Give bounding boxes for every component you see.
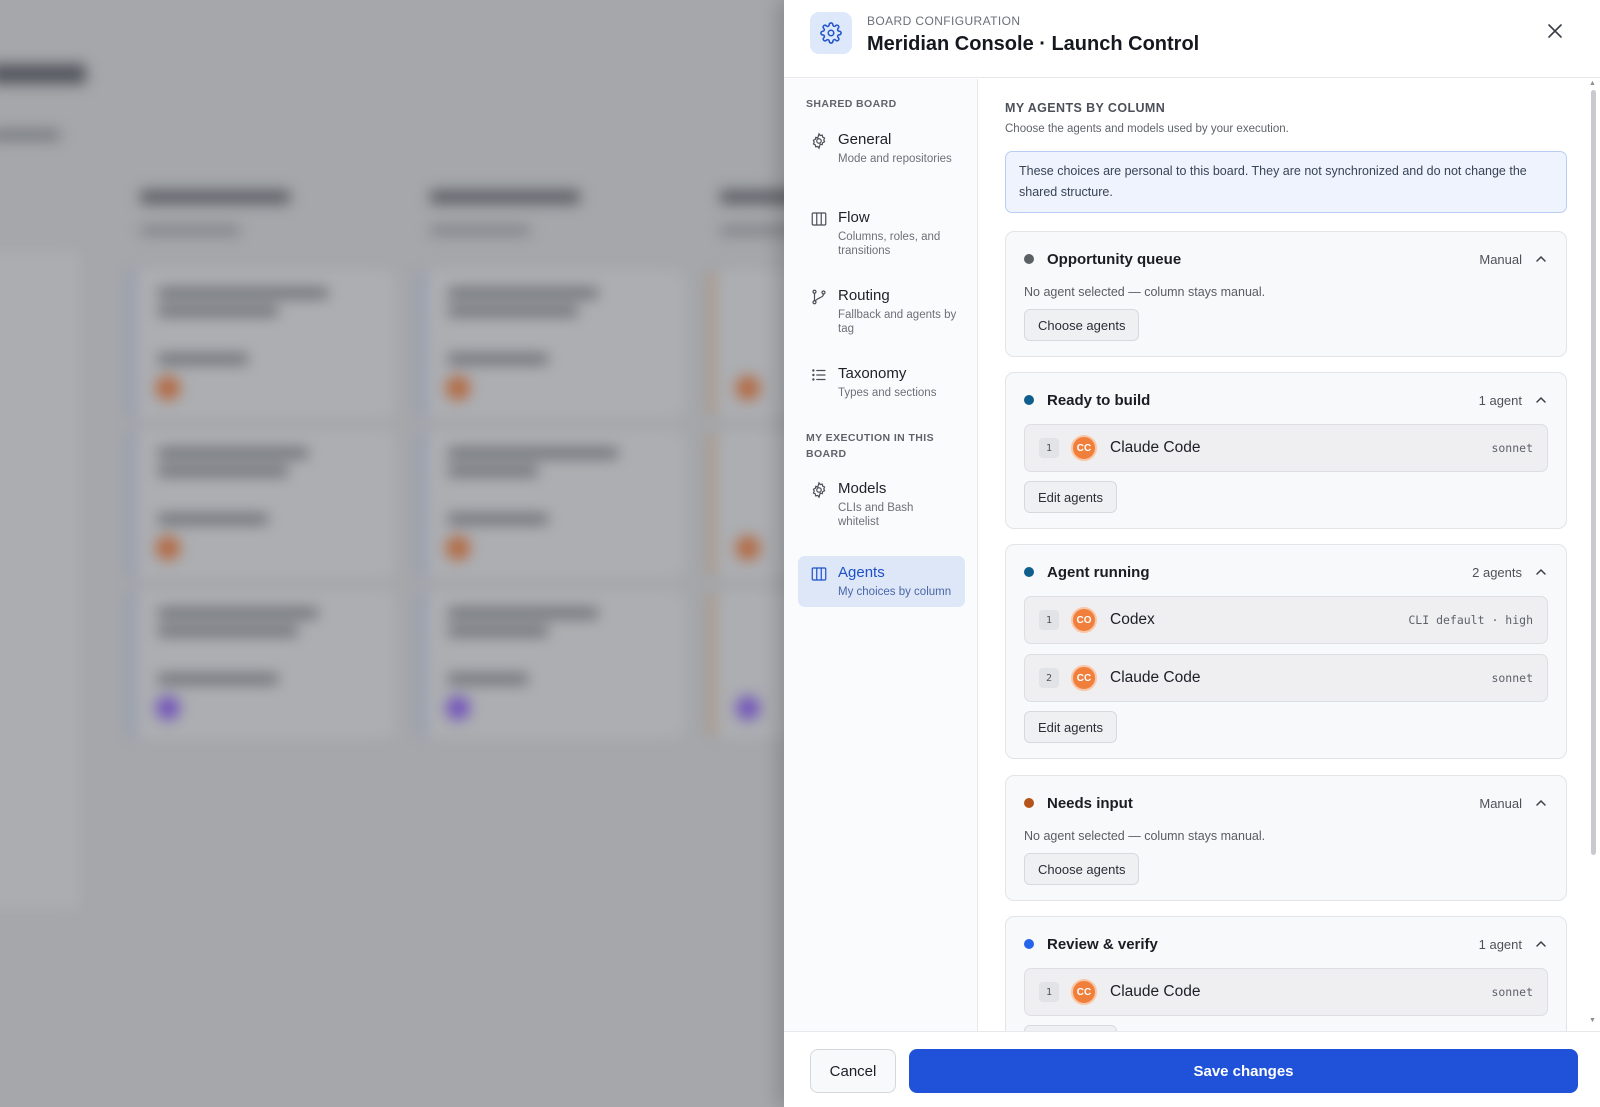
agent-row[interactable]: 1 CC Claude Code sonnet [1024,424,1548,472]
sidebar-item-models[interactable]: Models CLIs and Bash whitelist [798,472,965,537]
agent-name: Claude Code [1110,669,1201,686]
agent-row[interactable]: 1 CC Claude Code sonnet [1024,968,1548,1016]
column-name: Review & verify [1047,935,1158,953]
sidebar-item-taxonomy[interactable]: Taxonomy Types and sections [798,357,965,408]
sidebar-item-flow[interactable]: Flow Columns, roles, and transitions [798,201,965,266]
column-name: Needs input [1047,794,1133,812]
column-status-dot [1024,939,1034,949]
column-status-dot [1024,567,1034,577]
board-backdrop [0,0,784,1107]
header-kicker: BOARD CONFIGURATION [867,14,1021,28]
edit-agents-button[interactable]: Edit agents [1024,711,1118,743]
chevron-up-icon[interactable] [1534,252,1548,266]
chevron-up-icon[interactable] [1534,565,1548,579]
column-status-dot [1024,395,1034,405]
agent-model: sonnet [1491,985,1533,999]
column-name: Ready to build [1047,391,1151,409]
agent-row[interactable]: 2 CC Claude Code sonnet [1024,654,1548,702]
page-title: Meridian Console · Launch Control [867,33,1200,55]
branch-icon [812,289,826,305]
choose-agents-button[interactable]: Choose agents [1024,853,1140,885]
agent-avatar: CC [1071,665,1097,691]
chevron-up-icon[interactable] [1534,393,1548,407]
column-card-agent-running: Agent running 2 agents 1 CO Codex CLI de… [1005,544,1567,759]
close-icon [1548,24,1562,38]
chevron-up-icon[interactable] [1534,796,1548,810]
agent-order-index: 1 [1039,610,1059,630]
sidebar-item-agents[interactable]: Agents My choices by column [798,556,965,607]
drawer-header: BOARD CONFIGURATION Meridian Console · L… [784,0,1600,78]
settings-sidebar: SHARED BOARD General Mode and repositori… [784,79,978,1031]
column-name: Agent running [1047,563,1150,581]
drawer-footer: Cancel Save changes [784,1031,1600,1107]
column-card-review-verify: Review & verify 1 agent 1 CC Claude Code… [1005,916,1567,1031]
column-card-needs-input: Needs input Manual No agent selected — c… [1005,775,1567,901]
agent-order-index: 2 [1039,668,1059,688]
gear-icon [812,132,826,150]
sidebar-item-label: Models [838,480,887,497]
settings-gear-icon [810,12,852,54]
agent-avatar: CO [1071,607,1097,633]
sidebar-item-label: Agents [838,564,885,581]
section-title: MY AGENTS BY COLUMN [1005,101,1166,115]
column-name: Opportunity queue [1047,250,1182,268]
column-status-dot [1024,798,1034,808]
agent-avatar: CC [1071,979,1097,1005]
sidebar-item-desc: Fallback and agents by tag [838,309,957,335]
board-configuration-drawer: BOARD CONFIGURATION Meridian Console · L… [784,0,1600,1107]
choose-agents-button[interactable]: Choose agents [1024,309,1140,341]
close-button[interactable] [1542,18,1568,44]
scroll-up-arrow-icon[interactable]: ▲ [1589,80,1596,87]
agent-model: sonnet [1491,441,1533,455]
personal-choices-notice: These choices are personal to this board… [1005,151,1567,213]
agents-content: MY AGENTS BY COLUMN Choose the agents an… [979,79,1587,1031]
sidebar-item-routing[interactable]: Routing Fallback and agents by tag [798,279,965,344]
columns-icon [811,567,827,581]
agent-model: CLI default · high [1408,613,1533,627]
column-agent-status: 2 agents [1472,564,1522,580]
scroll-down-arrow-icon[interactable]: ▼ [1589,1017,1596,1024]
save-changes-button[interactable]: Save changes [909,1049,1578,1093]
agent-order-index: 1 [1039,982,1059,1002]
column-agent-status: Manual [1479,251,1522,267]
sidebar-item-label: Taxonomy [838,365,907,382]
sidebar-item-label: General [838,131,892,148]
chevron-up-icon[interactable] [1534,937,1548,951]
sidebar-item-desc: Types and sections [838,387,937,399]
column-card-opportunity-queue: Opportunity queue Manual No agent select… [1005,231,1567,357]
agent-name: Claude Code [1110,439,1201,456]
agent-name: Claude Code [1110,983,1201,1000]
agent-row[interactable]: 1 CO Codex CLI default · high [1024,596,1548,644]
sidebar-section-execution: MY EXECUTION IN THIS BOARD [806,432,934,460]
sidebar-item-desc: Columns, roles, and transitions [838,231,941,257]
sidebar-item-general[interactable]: General Mode and repositories [798,123,965,174]
sidebar-item-desc: Mode and repositories [838,153,952,165]
column-status-dot [1024,254,1034,264]
sidebar-section-shared: SHARED BOARD [806,98,897,110]
column-agent-status: 1 agent [1478,936,1522,952]
agent-avatar: CC [1071,435,1097,461]
edit-agents-button[interactable]: Edit agents [1024,481,1118,513]
sidebar-item-desc: CLIs and Bash whitelist [838,502,914,528]
list-icon [812,369,826,381]
cancel-button[interactable]: Cancel [810,1049,896,1093]
sidebar-item-label: Routing [838,287,890,304]
column-agent-status: Manual [1479,795,1522,811]
columns-icon [811,212,827,226]
section-subtitle: Choose the agents and models used by you… [1005,123,1289,135]
column-card-ready-to-build: Ready to build 1 agent 1 CC Claude Code … [1005,372,1567,529]
sidebar-item-desc: My choices by column [838,586,952,598]
empty-column-text: No agent selected — column stays manual. [1024,285,1266,299]
agent-order-index: 1 [1039,438,1059,458]
agent-name: Codex [1110,611,1155,628]
agent-model: sonnet [1491,671,1533,685]
content-scrollbar[interactable] [1591,90,1596,855]
gear-icon [812,481,826,499]
column-agent-status: 1 agent [1478,392,1522,408]
empty-column-text: No agent selected — column stays manual. [1024,829,1266,843]
sidebar-item-label: Flow [838,209,870,226]
